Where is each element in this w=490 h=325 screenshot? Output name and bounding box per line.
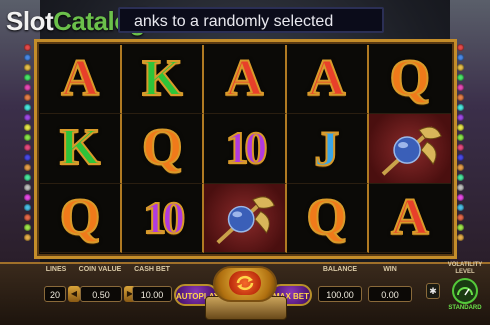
reel-symbol: Q [286,183,369,253]
spin-arrows-icon [229,271,261,295]
payline-marker [457,234,464,241]
payline-marker [24,74,31,81]
lines-label: LINES [45,266,67,273]
reel-symbol: A [40,45,123,115]
symbol-q: Q [59,188,101,246]
payline-marker [24,184,31,191]
reel-symbol: J [286,114,369,184]
payline-marker [24,134,31,141]
reel-symbol: Q [368,45,451,115]
symbol-j: J [313,120,340,177]
running-man-icon[interactable]: ✱ [426,283,440,299]
payline-marker [457,164,464,171]
coin-value-label: COIN VALUE [78,266,122,273]
reel-symbol: A [204,45,287,115]
symbol-a: A [307,50,347,108]
payline-marker [457,154,464,161]
reel-symbol: 10 [204,114,287,184]
payline-marker [24,84,31,91]
symbol-k: K [59,119,101,177]
payline-marker [24,64,31,71]
reel-symbol: K [40,114,123,184]
gauge-icon [452,278,478,304]
payline-marker [24,154,31,161]
reel-symbol: Q [122,114,205,184]
payline-marker [457,174,464,181]
payline-marker [457,204,464,211]
symbol-k: K [141,50,183,108]
symbol-10: 10 [224,122,268,174]
symbol-q: Q [389,50,431,108]
payline-marker [457,194,464,201]
payline-marker [24,194,31,201]
battle-axe-icon [204,183,287,253]
payline-marker [457,144,464,151]
payline-marker [457,114,464,121]
payline-marker [457,64,464,71]
payline-marker [457,104,464,111]
payline-marker [24,124,31,131]
volatility-indicator: VOLATILITY LEVEL STANDARD [440,262,490,320]
payline-marker [457,224,464,231]
payline-marker [24,94,31,101]
payline-markers-right [457,44,465,254]
cash-bet-value: 10.00 [132,286,172,302]
reel-symbol: A [286,45,369,115]
payline-marker [24,174,31,181]
payline-marker [24,164,31,171]
payline-marker [24,144,31,151]
reel-grid: A K A A Q K Q 10 J Q 10 QA [40,45,451,253]
volatility-value: STANDARD [448,305,482,311]
symbol-a: A [60,50,100,108]
symbol-q: Q [305,188,347,246]
payline-marker [457,54,464,61]
reel-symbol: K [122,45,205,115]
cash-bet-label: CASH BET [134,266,170,273]
payline-marker [457,84,464,91]
payline-marker [24,224,31,231]
symbol-a: A [390,188,430,246]
balance-label: BALANCE [322,266,358,273]
lines-value: 20 [44,286,66,302]
volatility-label: VOLATILITY LEVEL [447,262,483,275]
message-bar: anks to a randomly selected [118,7,384,33]
coin-value: 0.50 [80,286,122,302]
reel-symbol: Q [40,183,123,253]
reel-symbol: A [368,184,451,253]
payline-marker [457,94,464,101]
reel-frame: A K A A Q K Q 10 J Q 10 QA [34,39,457,259]
payline-markers-left [24,44,32,254]
payline-marker [457,74,464,81]
payline-marker [24,204,31,211]
payline-marker [457,134,464,141]
watermark-slot: Slot [6,6,54,36]
win-label: WIN [383,266,397,273]
win-value: 0.00 [368,286,412,302]
symbol-a: A [225,50,265,108]
payline-marker [457,214,464,221]
payline-marker [457,44,464,51]
spin-button[interactable] [213,266,277,302]
payline-marker [457,184,464,191]
payline-marker [457,124,464,131]
lines-decrease-button[interactable]: ◀ [68,286,80,302]
battle-axe-icon [368,114,451,184]
payline-marker [24,214,31,221]
payline-marker [24,104,31,111]
payline-marker [24,54,31,61]
payline-marker [24,44,31,51]
symbol-q: Q [141,119,183,177]
symbol-10: 10 [142,191,186,243]
reel-symbol: 10 [122,183,205,253]
payline-marker [24,234,31,241]
payline-marker [24,114,31,121]
balance-value: 100.00 [318,286,362,302]
